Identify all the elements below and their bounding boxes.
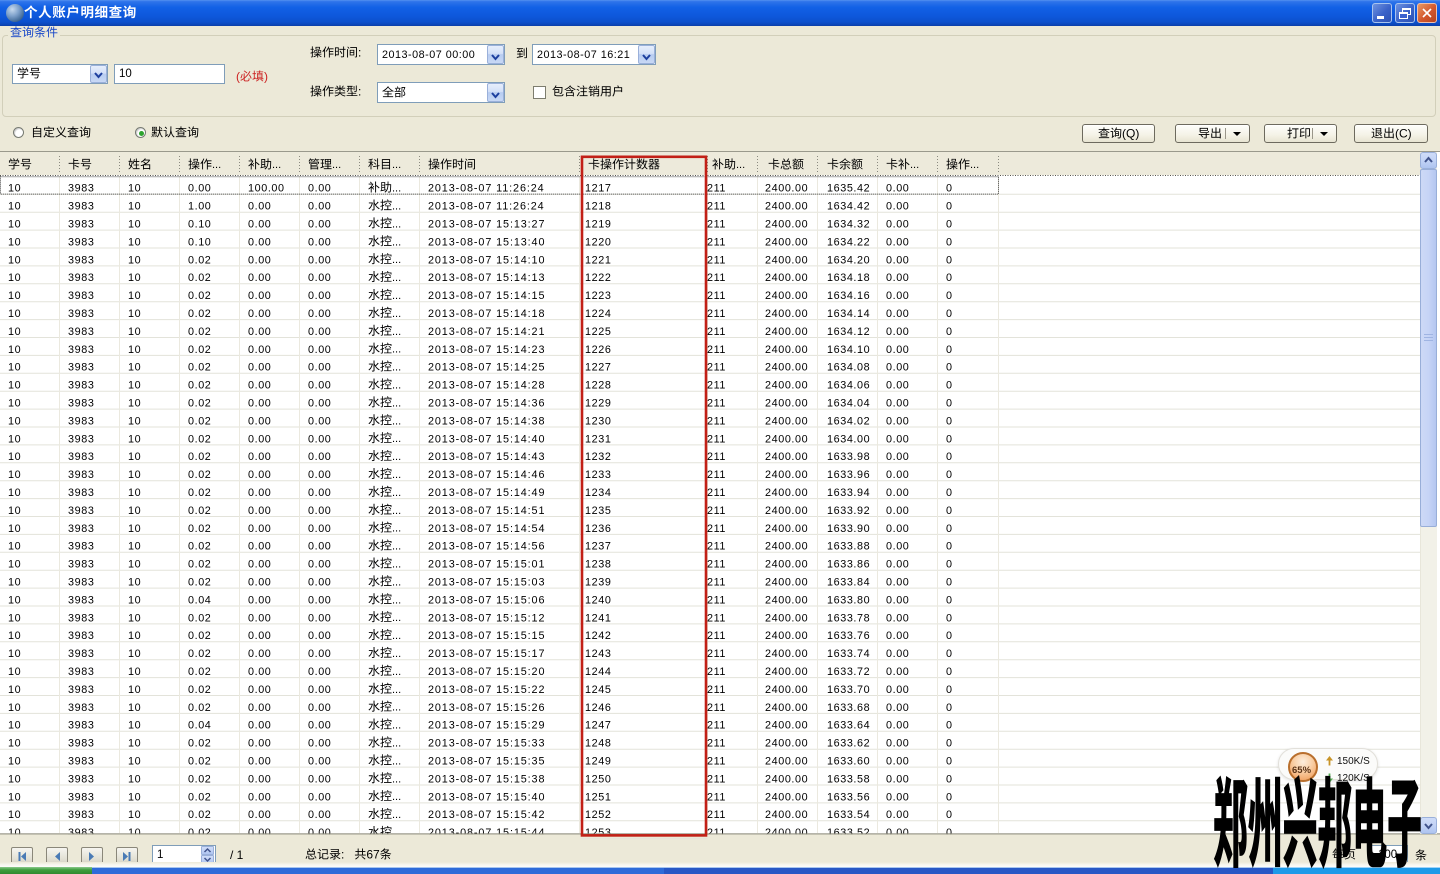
svg-text:...: ...: [332, 159, 341, 171]
svg-text:...: ...: [392, 415, 401, 427]
svg-text:...: ...: [392, 720, 401, 732]
svg-text:...: ...: [392, 523, 401, 535]
svg-text::: :: [341, 848, 344, 862]
svg-text:...: ...: [392, 666, 401, 678]
svg-text:(: (: [236, 70, 240, 84]
svg-text:0.000.000.000.000.000.000.000.: 0.000.000.000.000.000.000.000.000.000.00…: [886, 183, 909, 839]
svg-text:0.000.000.000.000.000.000.000.: 0.000.000.000.000.000.000.000.000.000.00…: [308, 183, 331, 839]
svg-text:...: ...: [392, 236, 401, 248]
svg-text:...: ...: [392, 594, 401, 606]
svg-text:...: ...: [392, 630, 401, 642]
svg-text:...: ...: [392, 541, 401, 553]
svg-text:0.001.000.100.100.020.020.020.: 0.001.000.100.100.020.020.020.020.020.02…: [188, 183, 211, 839]
svg-text:...: ...: [392, 397, 401, 409]
svg-text:...: ...: [392, 201, 401, 213]
svg-text:...: ...: [392, 505, 401, 517]
svg-text:101010101010101010101010101010: 1010101010101010101010101010101010101010…: [8, 183, 21, 839]
svg-text:000000000000000000000000000000: 0000000000000000000000000000000000000: [946, 183, 953, 839]
svg-text:211211211211211211211211211211: 2112112112112112112112112112112112112112…: [707, 183, 726, 839]
svg-text:(Q): (Q): [1122, 127, 1139, 141]
svg-text:...: ...: [392, 702, 401, 714]
svg-text:(C): (C): [1395, 127, 1412, 141]
svg-text:67: 67: [366, 848, 380, 862]
svg-text:...: ...: [392, 159, 401, 171]
svg-text::: :: [358, 46, 361, 60]
svg-text:...: ...: [212, 159, 221, 171]
svg-text:...: ...: [392, 684, 401, 696]
svg-text:100.000.000.000.000.000.000.00: 100.000.000.000.000.000.000.000.000.000.…: [248, 183, 285, 839]
svg-text:...: ...: [392, 648, 401, 660]
svg-text:2013-08-07 11:26:242013-08-07: 2013-08-07 11:26:242013-08-07 11:26:2420…: [428, 183, 545, 839]
svg-text:121712181219122012211222122312: 1217121812191220122112221223122412251226…: [585, 183, 611, 839]
svg-text:...: ...: [392, 469, 401, 481]
svg-text:...: ...: [392, 183, 401, 195]
svg-text:...: ...: [392, 612, 401, 624]
svg-text:101010101010101010101010101010: 1010101010101010101010101010101010101010…: [128, 183, 141, 839]
svg-text:...: ...: [392, 576, 401, 588]
svg-text:...: ...: [392, 326, 401, 338]
svg-text:...: ...: [392, 738, 401, 750]
svg-text:...: ...: [392, 773, 401, 785]
svg-text:): ): [264, 70, 268, 84]
svg-text:...: ...: [392, 218, 401, 230]
svg-text:2400.002400.002400.002400.0024: 2400.002400.002400.002400.002400.002400.…: [765, 183, 808, 839]
svg-text:...: ...: [392, 433, 401, 445]
svg-text:...: ...: [272, 159, 281, 171]
svg-text:...: ...: [970, 159, 979, 171]
svg-text:...: ...: [392, 809, 401, 821]
svg-text:1635.421634.421634.321634.2216: 1635.421634.421634.321634.221634.201634.…: [827, 183, 870, 839]
svg-text:...: ...: [910, 159, 919, 171]
svg-text:...: ...: [392, 344, 401, 356]
svg-text:398339833983398339833983398339: 3983398339833983398339833983398339833983…: [68, 183, 94, 839]
svg-text:...: ...: [392, 254, 401, 266]
svg-text:...: ...: [392, 362, 401, 374]
svg-text:...: ...: [392, 791, 401, 803]
svg-text:...: ...: [392, 487, 401, 499]
svg-text:...: ...: [392, 559, 401, 571]
svg-text:...: ...: [392, 380, 401, 392]
svg-text:...: ...: [736, 159, 745, 171]
svg-text:...: ...: [392, 272, 401, 284]
svg-text::: :: [358, 85, 361, 99]
svg-text:...: ...: [392, 755, 401, 767]
svg-text:...: ...: [392, 308, 401, 320]
svg-text:...: ...: [392, 451, 401, 463]
svg-text:...: ...: [392, 290, 401, 302]
